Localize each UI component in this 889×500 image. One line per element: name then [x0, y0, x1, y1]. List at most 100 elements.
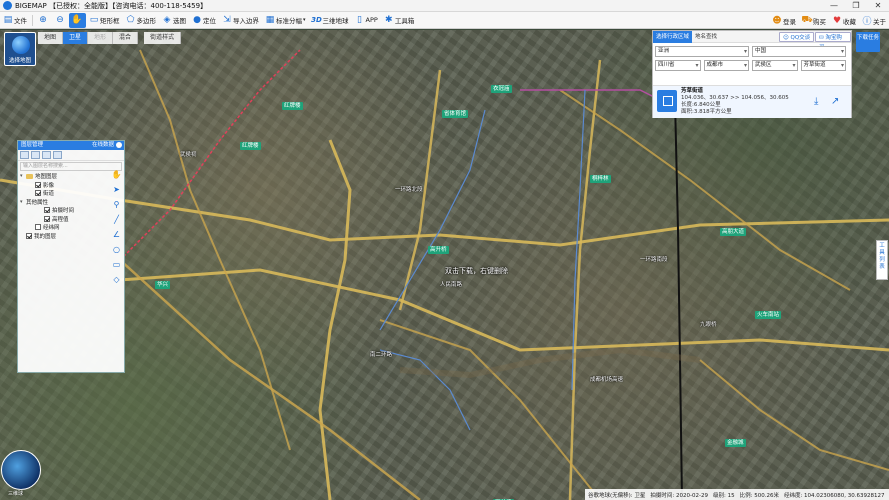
- tab-hybrid[interactable]: 混合: [113, 32, 139, 44]
- layer-checkbox[interactable]: [44, 207, 50, 214]
- circle-icon[interactable]: ○: [111, 243, 122, 256]
- region-area: 面积:3.818平方公里: [681, 109, 732, 115]
- street-style-button[interactable]: 街道样式: [144, 32, 182, 44]
- province-select[interactable]: 四川省: [655, 60, 701, 71]
- tab-select-region[interactable]: 选择行政区域: [653, 30, 693, 43]
- angle-icon[interactable]: ∠: [111, 228, 122, 241]
- buy-button[interactable]: ⛟ 购买: [799, 13, 829, 28]
- layer-tree-item[interactable]: 高程值: [20, 215, 124, 224]
- layer-checkbox[interactable]: [44, 215, 50, 222]
- globe-minimap[interactable]: 三维球: [1, 450, 41, 497]
- taobao-buy-button[interactable]: ⛁ 淘宝购买: [815, 32, 851, 51]
- minimize-button[interactable]: —: [823, 0, 845, 12]
- minimap-label: 三维球: [8, 491, 24, 497]
- app-button[interactable]: ▯ APP: [352, 13, 381, 28]
- grid-icon: ▦: [265, 15, 275, 25]
- eraser-icon[interactable]: ◇: [111, 273, 122, 286]
- login-button[interactable]: ☻ 登录: [769, 13, 799, 28]
- layer-checkbox[interactable]: [26, 232, 32, 239]
- zoom-in-button[interactable]: ⊕: [35, 13, 52, 28]
- layer-tree-label: 拍摄时间: [52, 208, 75, 215]
- polygon-button[interactable]: ⬠ 多边形: [123, 13, 160, 28]
- download-icon[interactable]: ⤓: [814, 96, 818, 107]
- locate-icon: ●: [193, 15, 201, 25]
- poi-marker[interactable]: 高升桥: [428, 246, 449, 254]
- search-layer-icon[interactable]: [53, 151, 62, 159]
- toolbar-right-group: ☻ 登录 ⛟ 购买 ♥ 收藏 ⓘ 关于: [769, 12, 889, 29]
- pan-button[interactable]: ✋: [69, 12, 86, 28]
- layer-search-input[interactable]: 输入图层名称搜索...: [20, 162, 122, 171]
- country-select[interactable]: 中国: [752, 46, 846, 57]
- menu-file-button[interactable]: ▤ 文件: [0, 13, 30, 28]
- poi-marker[interactable]: 华兴: [155, 281, 171, 289]
- online-data-link[interactable]: 在线数据: [92, 141, 114, 150]
- region-result-item[interactable]: 芳草街道 104.036、30.637 >> 104.056、30.605 长度…: [653, 85, 851, 118]
- import-boundary-button[interactable]: ⇲ 导入边界: [219, 13, 262, 28]
- line-icon[interactable]: ╱: [111, 213, 122, 226]
- layer-tree-item[interactable]: ▾ 地图图层: [20, 172, 124, 181]
- new-layer-icon[interactable]: [20, 151, 29, 159]
- rectangle-icon[interactable]: ▭: [111, 258, 122, 271]
- tab-terrain[interactable]: 地形: [88, 32, 114, 44]
- standard-sheet-button[interactable]: ▦ 标准分幅 ▾: [262, 13, 309, 28]
- locate-button[interactable]: ● 定位: [189, 13, 219, 28]
- poi-marker[interactable]: 衣冠庙: [491, 85, 512, 93]
- poi-marker[interactable]: 红牌楼: [240, 142, 261, 150]
- street-select[interactable]: 芳草街道: [800, 60, 846, 71]
- pointer-icon[interactable]: ➤: [111, 183, 122, 196]
- layer-tree-item[interactable]: 我的图层: [20, 232, 124, 241]
- layer-tree-item[interactable]: ▾ 其他属性: [20, 198, 124, 207]
- poi-marker[interactable]: 桐梓林: [590, 175, 611, 183]
- road-label: 成都机场高速: [590, 377, 624, 383]
- poi-marker[interactable]: 金融城: [725, 439, 746, 447]
- choose-map-button[interactable]: 选择地图: [4, 32, 36, 66]
- layer-tree-item[interactable]: 影像: [20, 181, 124, 190]
- draw-tools-column: ✋ ➤ ⚲ ╱ ∠ ○ ▭ ◇: [111, 168, 123, 288]
- layer-settings-icon[interactable]: [42, 151, 51, 159]
- continent-select[interactable]: 亚洲: [655, 46, 749, 57]
- layer-checkbox[interactable]: [35, 181, 41, 188]
- collapse-icon[interactable]: [116, 142, 122, 148]
- pin-icon[interactable]: ⚲: [111, 198, 122, 211]
- tools-icon: ✱: [385, 15, 393, 25]
- layer-tree-label: 地图图层: [35, 174, 58, 181]
- rectangle-select-button[interactable]: ▭ 矩形框: [86, 13, 123, 28]
- tab-satellite[interactable]: 卫星: [63, 32, 89, 44]
- share-icon[interactable]: ↗: [831, 96, 839, 107]
- tool-list-toggle[interactable]: 工具列表: [876, 240, 888, 280]
- choose-map-label: 选择地图: [8, 58, 31, 64]
- maximize-button[interactable]: ❐: [845, 0, 867, 12]
- poi-marker[interactable]: 省体育馆: [442, 110, 469, 118]
- region-result-text: 芳草街道 104.036、30.637 >> 104.056、30.605 长度…: [681, 88, 789, 116]
- toolbox-button[interactable]: ✱ 工具箱: [381, 13, 418, 28]
- status-coordinates: 经纬度: 104.02306080, 30.63928127: [783, 492, 885, 499]
- download-task-button[interactable]: 下载任务: [856, 32, 880, 52]
- hand-icon[interactable]: ✋: [111, 168, 122, 181]
- tab-map[interactable]: 地图: [38, 32, 64, 44]
- layer-checkbox[interactable]: [35, 190, 41, 197]
- three-d-icon: 3D: [311, 16, 322, 24]
- poi-marker[interactable]: 高朋大道: [720, 228, 747, 236]
- about-button[interactable]: ⓘ 关于: [859, 13, 889, 28]
- layer-checkbox[interactable]: [35, 224, 41, 231]
- poi-marker[interactable]: 红牌楼: [282, 102, 303, 110]
- district-select[interactable]: 武侯区: [752, 60, 798, 71]
- zoom-out-button[interactable]: ⊖: [52, 13, 69, 28]
- layer-panel-header: 图层管理 在线数据: [18, 141, 124, 150]
- layer-tree-item[interactable]: 街道: [20, 189, 124, 198]
- three-d-globe-button[interactable]: 3D 三维地球: [309, 13, 352, 28]
- road-label: 人民南路: [440, 282, 463, 288]
- poi-marker[interactable]: 火车南站: [755, 311, 782, 319]
- qq-chat-button[interactable]: ☺ QQ交谈: [779, 32, 815, 42]
- layer-tree-item[interactable]: 经纬网: [20, 223, 124, 232]
- save-layer-icon[interactable]: [31, 151, 40, 159]
- close-button[interactable]: ✕: [867, 0, 889, 12]
- favorite-button[interactable]: ♥ 收藏: [829, 13, 859, 28]
- status-bar: 谷歌地球(无偏移): 卫星 拍摄时间: 2020-02-29 级别: 15 比例…: [585, 489, 889, 500]
- layer-panel-toolbar: [18, 150, 124, 161]
- tab-place-search[interactable]: 地名查找: [692, 31, 720, 43]
- zoom-out-icon: ⊖: [56, 15, 64, 25]
- select-map-button[interactable]: ◈ 选图: [159, 13, 189, 28]
- city-select[interactable]: 成都市: [703, 60, 749, 71]
- layer-tree-item[interactable]: 拍摄时间: [20, 206, 124, 215]
